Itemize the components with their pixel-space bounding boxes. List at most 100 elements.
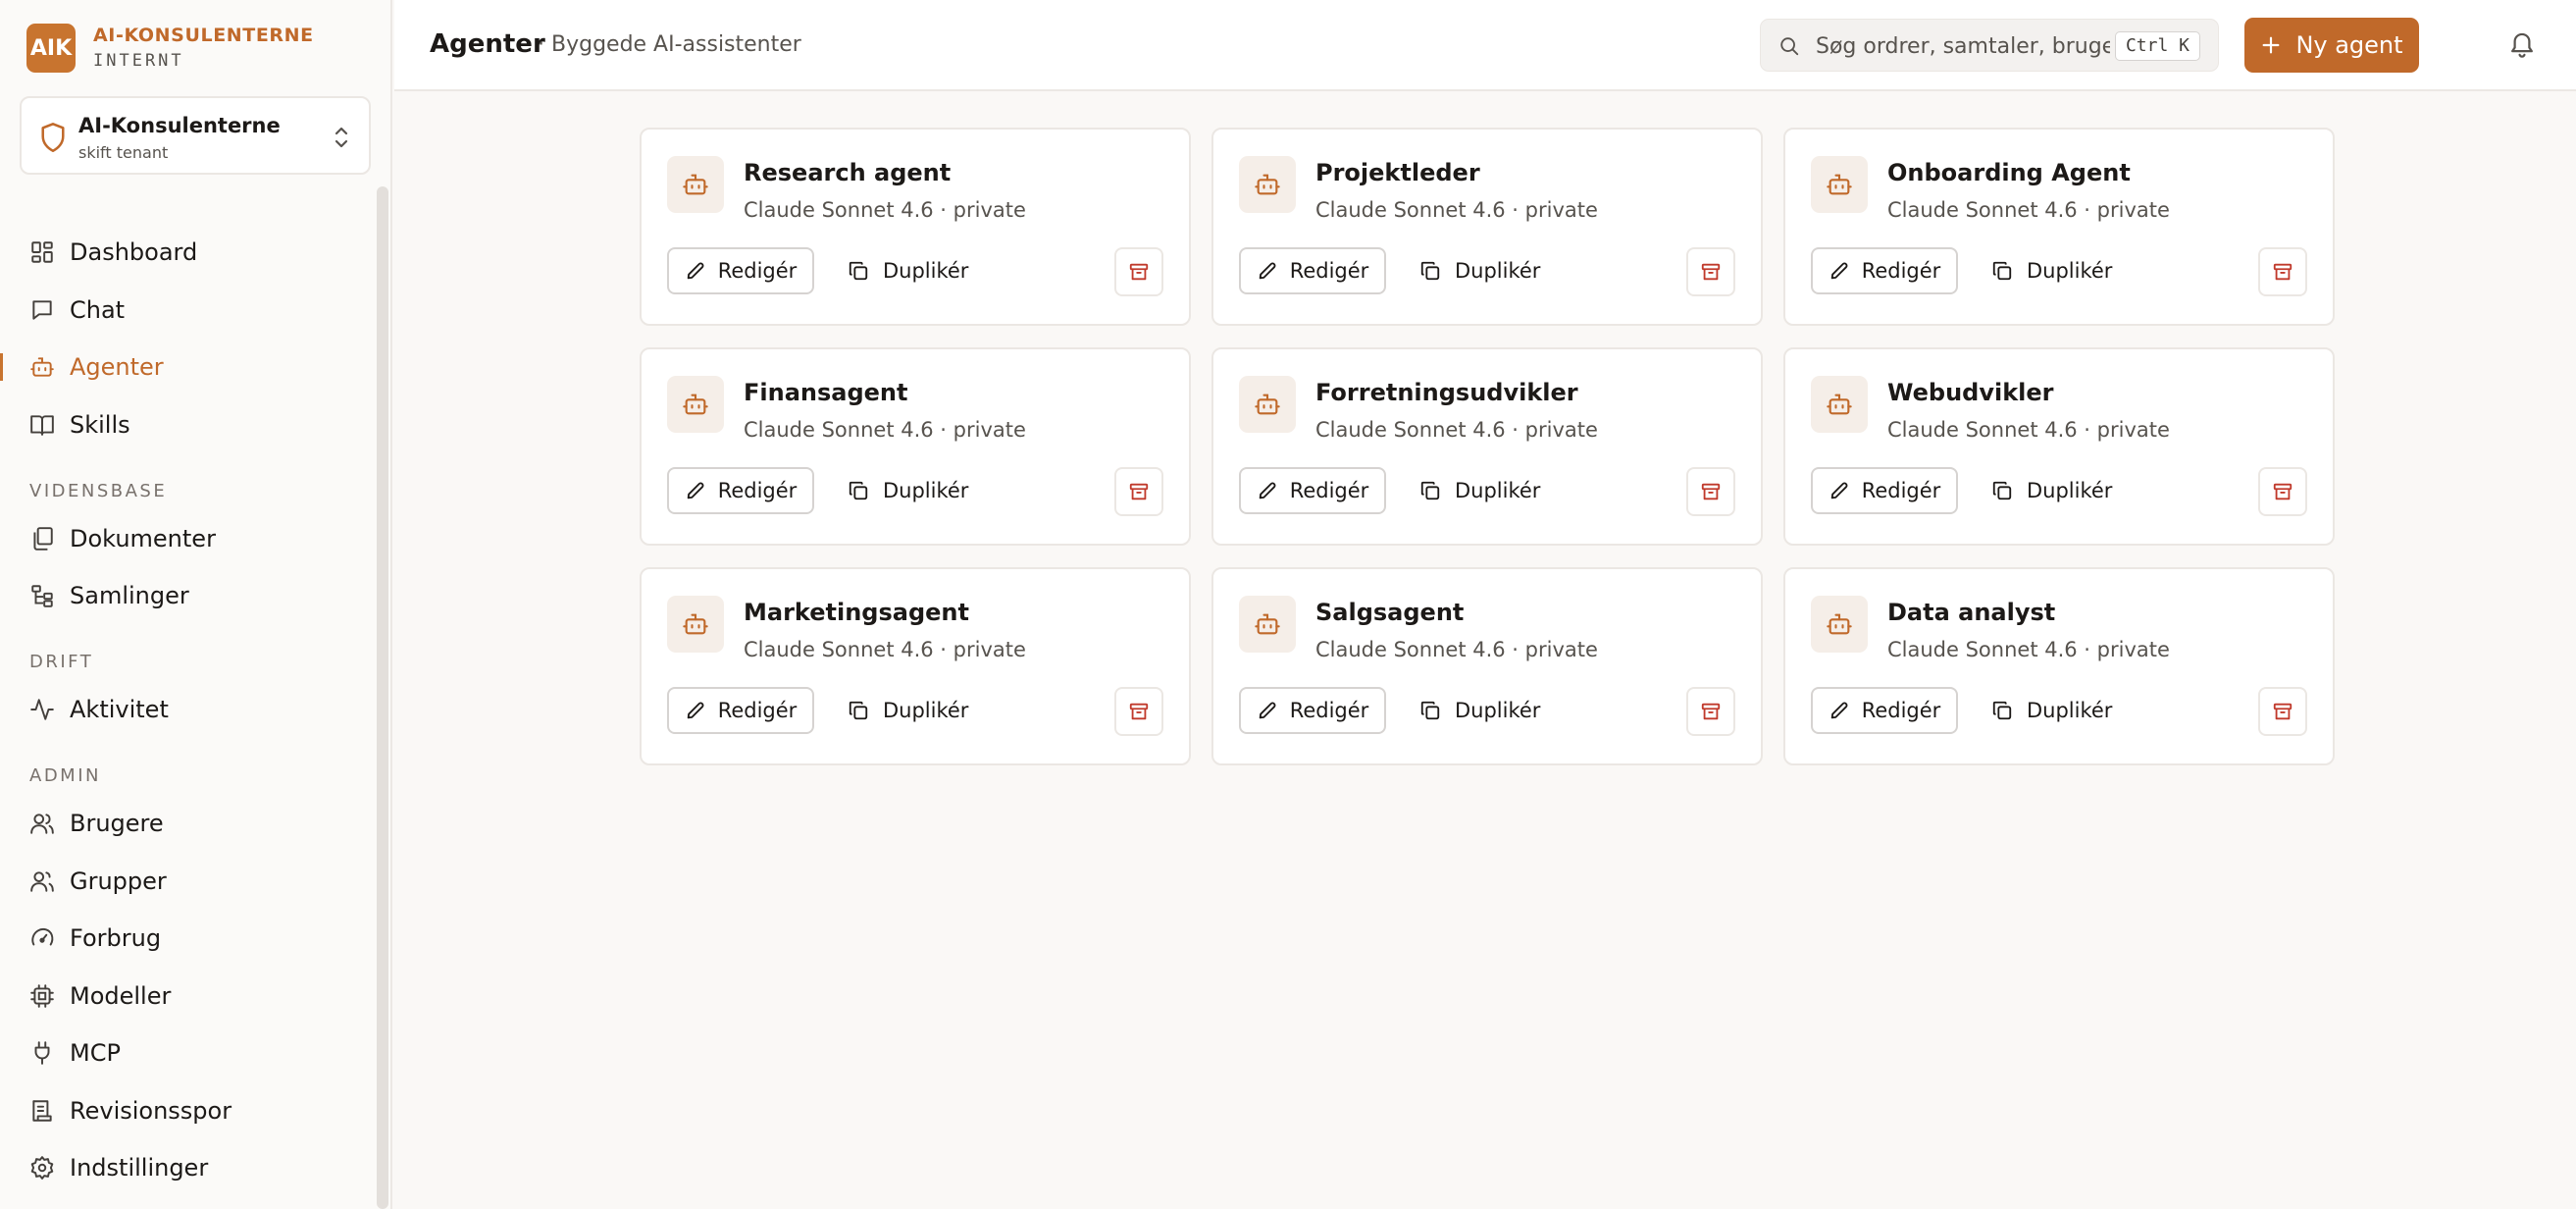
- dashboard-icon: [31, 241, 53, 263]
- agent-meta: Claude Sonnet 4.6 · private: [1315, 198, 1598, 222]
- agent-meta: Claude Sonnet 4.6 · private: [744, 638, 1026, 661]
- bot-icon: [1255, 394, 1280, 415]
- bot-icon: [30, 357, 54, 377]
- duplicate-button[interactable]: Duplikér: [1410, 247, 1550, 294]
- duplicate-button[interactable]: Duplikér: [1410, 687, 1550, 734]
- edit-button[interactable]: Redigér: [1811, 467, 1958, 514]
- nav-item-dokumenter[interactable]: Dokumenter: [0, 514, 373, 563]
- users-icon: [30, 814, 54, 834]
- duplicate-button[interactable]: Duplikér: [838, 687, 978, 734]
- agent-card[interactable]: Webudvikler Claude Sonnet 4.6 · private Re…: [1783, 347, 2335, 546]
- tenant-name: AI-Konsulenterne: [78, 114, 281, 137]
- duplicate-button[interactable]: Duplikér: [1982, 687, 2122, 734]
- copy-icon: [1992, 701, 2012, 720]
- nav-label: Skills: [70, 411, 130, 439]
- archive-icon: [2273, 483, 2293, 500]
- duplicate-button[interactable]: Duplikér: [1982, 467, 2122, 514]
- nav-item-indstillinger[interactable]: Indstillinger: [0, 1143, 373, 1192]
- agent-card[interactable]: Finansagent Claude Sonnet 4.6 · private Re…: [640, 347, 1191, 546]
- copy-icon: [849, 481, 868, 500]
- duplicate-button[interactable]: Duplikér: [1410, 467, 1550, 514]
- archive-button[interactable]: [1114, 247, 1163, 296]
- collections-icon: [31, 585, 53, 607]
- bot-icon: [1827, 174, 1852, 195]
- copy-icon: [1992, 261, 2012, 281]
- duplicate-label: Duplikér: [883, 479, 969, 502]
- nav-item-brugere[interactable]: Brugere: [0, 799, 373, 848]
- agent-card[interactable]: Data analyst Claude Sonnet 4.6 · private R…: [1783, 567, 2335, 765]
- duplicate-label: Duplikér: [1455, 479, 1541, 502]
- archive-button[interactable]: [1114, 687, 1163, 736]
- shield-icon: [41, 123, 65, 152]
- nav-item-modeller[interactable]: Modeller: [0, 972, 373, 1021]
- agent-card[interactable]: Salgsagent Claude Sonnet 4.6 · private Red…: [1211, 567, 1763, 765]
- agent-card[interactable]: Research agent Claude Sonnet 4.6 · privat…: [640, 128, 1191, 326]
- edit-label: Redigér: [1861, 699, 1941, 722]
- edit-label: Redigér: [1289, 699, 1369, 722]
- agent-card[interactable]: Marketingsagent Claude Sonnet 4.6 · priva…: [640, 567, 1191, 765]
- agent-avatar: [1811, 596, 1868, 653]
- tenant-switcher[interactable]: AI-Konsulenterne skift tenant: [20, 96, 371, 175]
- new-agent-button[interactable]: Ny agent: [2244, 18, 2419, 73]
- bell-icon[interactable]: [2507, 29, 2537, 61]
- edit-button[interactable]: Redigér: [1811, 247, 1958, 294]
- archive-icon: [1129, 483, 1149, 500]
- nav-item-samlinger[interactable]: Samlinger: [0, 571, 373, 620]
- agent-card[interactable]: Projektleder Claude Sonnet 4.6 · private R…: [1211, 128, 1763, 326]
- nav-item-grupper[interactable]: Grupper: [0, 857, 373, 906]
- duplicate-label: Duplikér: [1455, 259, 1541, 283]
- nav-item-agenter[interactable]: Agenter: [0, 342, 373, 392]
- nav-item-forbrug[interactable]: Forbrug: [0, 914, 373, 963]
- brand[interactable]: AIK AI-KONSULENTERNE INTERNT: [26, 24, 314, 73]
- agent-avatar: [1239, 596, 1296, 653]
- duplicate-button[interactable]: Duplikér: [838, 467, 978, 514]
- duplicate-label: Duplikér: [883, 699, 969, 722]
- edit-button[interactable]: Redigér: [667, 687, 814, 734]
- archive-button[interactable]: [1114, 467, 1163, 516]
- edit-label: Redigér: [1289, 259, 1369, 283]
- bot-icon: [683, 613, 708, 635]
- edit-button[interactable]: Redigér: [667, 247, 814, 294]
- archive-button[interactable]: [2258, 687, 2307, 736]
- pencil-icon: [687, 702, 704, 719]
- bot-icon: [1827, 394, 1852, 415]
- activity-icon: [30, 699, 54, 720]
- agent-card[interactable]: Forretningsudvikler Claude Sonnet 4.6 · p…: [1211, 347, 1763, 546]
- archive-button[interactable]: [2258, 467, 2307, 516]
- nav-item-revisionsspor[interactable]: Revisionsspor: [0, 1086, 373, 1135]
- edit-button[interactable]: Redigér: [1811, 687, 1958, 734]
- pencil-icon: [687, 482, 704, 499]
- agent-card[interactable]: Onboarding Agent Claude Sonnet 4.6 · priv…: [1783, 128, 2335, 326]
- section-label-drift: DRIFT: [29, 652, 94, 672]
- edit-button[interactable]: Redigér: [1239, 467, 1386, 514]
- pencil-icon: [1259, 482, 1276, 499]
- brand-name: AI-KONSULENTERNE: [93, 25, 314, 46]
- nav-item-aktivitet[interactable]: Aktivitet: [0, 685, 373, 734]
- duplicate-button[interactable]: Duplikér: [838, 247, 978, 294]
- search-box[interactable]: Ctrl K: [1760, 19, 2219, 72]
- duplicate-label: Duplikér: [2027, 479, 2113, 502]
- edit-label: Redigér: [1289, 479, 1369, 502]
- pencil-icon: [687, 262, 704, 280]
- nav-item-mcp[interactable]: MCP: [0, 1028, 373, 1078]
- edit-button[interactable]: Redigér: [1239, 247, 1386, 294]
- nav-item-dashboard[interactable]: Dashboard: [0, 228, 373, 277]
- pencil-icon: [1830, 482, 1848, 499]
- archive-button[interactable]: [1686, 247, 1735, 296]
- agent-avatar: [667, 156, 724, 213]
- search-input[interactable]: [1816, 31, 2110, 61]
- agent-name: Forretningsudvikler: [1315, 379, 1578, 406]
- sidebar-scrollbar[interactable]: [377, 186, 388, 1209]
- agent-avatar: [667, 376, 724, 433]
- nav-item-chat[interactable]: Chat: [0, 286, 373, 335]
- edit-button[interactable]: Redigér: [1239, 687, 1386, 734]
- archive-button[interactable]: [1686, 467, 1735, 516]
- edit-button[interactable]: Redigér: [667, 467, 814, 514]
- duplicate-button[interactable]: Duplikér: [1982, 247, 2122, 294]
- archive-icon: [2273, 263, 2293, 281]
- nav-item-skills[interactable]: Skills: [0, 400, 373, 449]
- archive-button[interactable]: [1686, 687, 1735, 736]
- archive-button[interactable]: [2258, 247, 2307, 296]
- copy-icon: [1420, 481, 1440, 500]
- edit-label: Redigér: [717, 699, 798, 722]
